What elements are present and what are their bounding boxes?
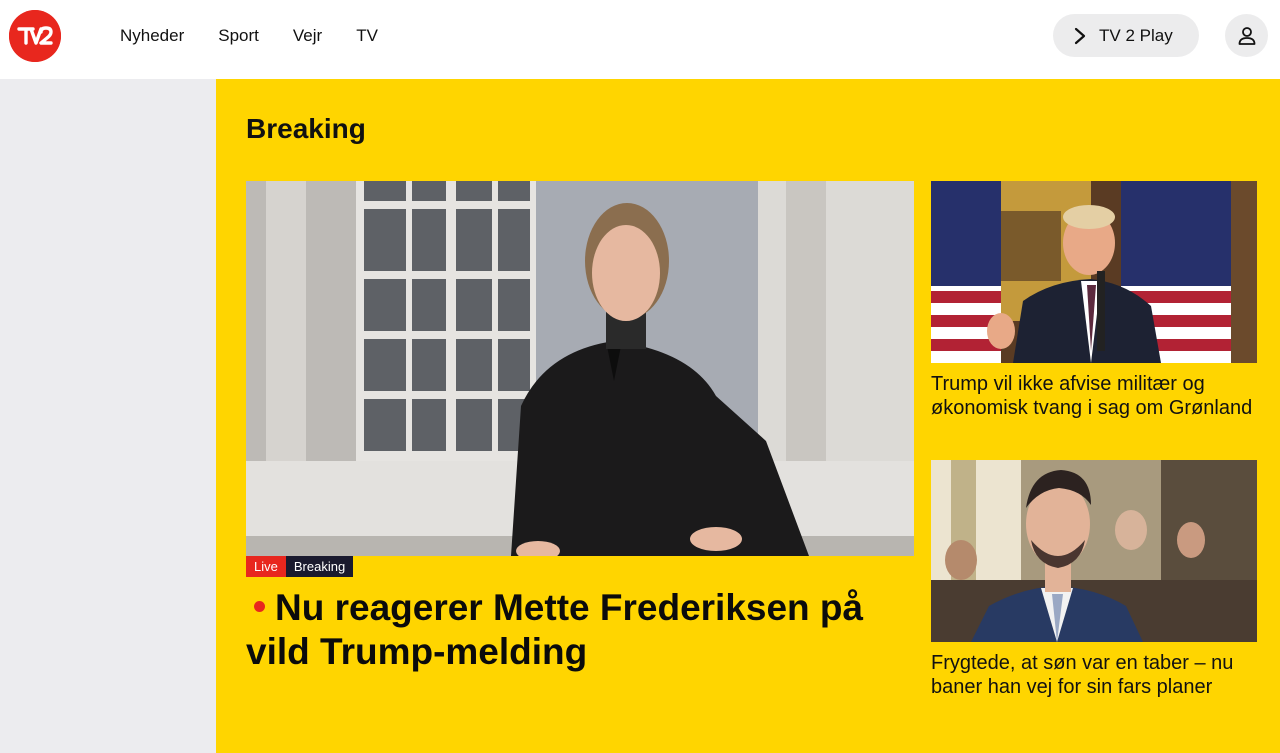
live-dot-icon [254, 600, 265, 612]
left-rail [0, 79, 216, 753]
top-navigation-bar: Nyheder Sport Vejr TV TV 2 Play [0, 0, 1280, 79]
main-article-headline: Nu reagerer Mette Frederiksen på vild Tr… [246, 587, 864, 672]
main-article-headline-link[interactable]: Nu reagerer Mette Frederiksen på vild Tr… [246, 586, 914, 674]
side-article-photo-1 [931, 181, 1257, 363]
user-icon [1238, 26, 1255, 45]
tv2-play-label: TV 2 Play [1099, 25, 1173, 45]
nav-item-tv[interactable]: TV [356, 25, 378, 47]
main-article-image[interactable] [246, 181, 914, 556]
tv2-play-button[interactable]: TV 2 Play [1053, 14, 1199, 57]
tv2-logo[interactable] [9, 10, 61, 62]
side-article-image[interactable] [931, 181, 1257, 363]
main-article-tags: Live Breaking [246, 556, 354, 577]
user-account-button[interactable] [1225, 14, 1268, 57]
side-article-card[interactable]: Trump vil ikke afvise militær og økonomi… [931, 181, 1257, 420]
breaking-badge: Breaking [285, 556, 354, 577]
nav-item-vejr[interactable]: Vejr [293, 25, 322, 47]
nav-item-sport[interactable]: Sport [218, 25, 259, 47]
chevron-right-icon [1074, 27, 1086, 44]
nav-item-nyheder[interactable]: Nyheder [120, 25, 184, 47]
side-article-photo-2 [931, 460, 1257, 642]
main-article-card[interactable] [246, 181, 914, 556]
side-article-headline[interactable]: Trump vil ikke afvise militær og økonomi… [931, 372, 1257, 420]
live-badge: Live [246, 556, 286, 577]
side-article-headline[interactable]: Frygtede, at søn var en taber – nu baner… [931, 651, 1257, 699]
side-article-card[interactable]: Frygtede, at søn var en taber – nu baner… [931, 460, 1257, 699]
main-nav: Nyheder Sport Vejr TV [120, 25, 412, 47]
side-article-image[interactable] [931, 460, 1257, 642]
main-article-photo [246, 181, 914, 556]
tv2-logo-icon [9, 10, 61, 62]
section-title: Breaking [246, 113, 366, 144]
